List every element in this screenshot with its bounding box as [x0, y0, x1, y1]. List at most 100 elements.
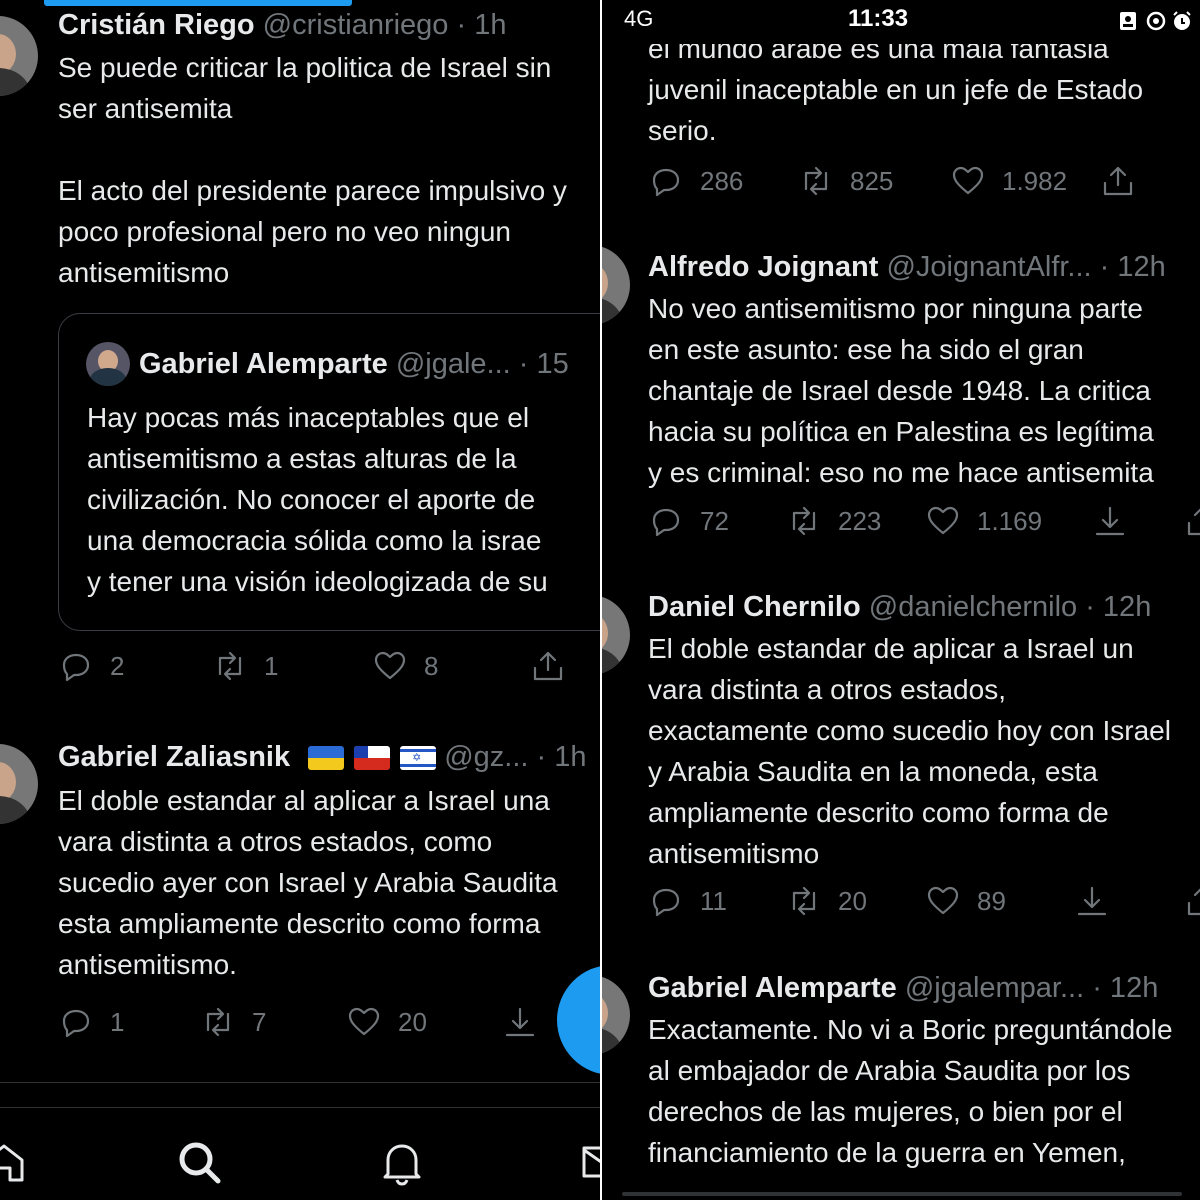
quote-handle-time: @jgale... · 15 [395, 348, 569, 380]
like-button[interactable]: 8 [372, 646, 438, 686]
quote-avatar [86, 342, 130, 386]
reply-icon [62, 1009, 90, 1038]
retweet-count: 1 [264, 650, 279, 681]
heart-icon [927, 886, 959, 915]
left-screenshot-pane: Cristián Riego @cristianriego · 1h Se pu… [0, 0, 600, 1200]
alarm-clock-icon [1171, 10, 1193, 32]
author-name[interactable]: Gabriel Zaliasnik [58, 741, 290, 773]
reply-button[interactable]: 72 [648, 501, 729, 541]
tweet-gabriel-zaliasnik[interactable]: Gabriel Zaliasnik ✡ @gz... · 1h El doble… [0, 700, 600, 1080]
author-handle-time[interactable]: @gz... · 1h [444, 741, 586, 773]
contact-card-icon [1117, 10, 1139, 32]
download-button[interactable] [502, 1002, 554, 1042]
retweet-button[interactable]: 1 [212, 646, 278, 686]
retweet-icon [804, 166, 828, 196]
israel-flag-icon: ✡ [400, 746, 437, 771]
sync-icon [1145, 10, 1167, 32]
author-name[interactable]: Alfredo Joignant [648, 251, 878, 283]
ukraine-flag-icon [308, 746, 345, 771]
download-button[interactable] [1092, 501, 1144, 541]
retweet-icon [218, 651, 242, 681]
share-icon [533, 651, 563, 681]
author-handle-time[interactable]: @danielchernilo · 12h [869, 591, 1152, 623]
tweet-actions: 2 1 8 [58, 646, 598, 686]
tweet-daniel-chernilo[interactable]: Daniel Chernilo @danielchernilo · 12h El… [602, 580, 1200, 960]
tweet-cristian-riego[interactable]: Cristián Riego @cristianriego · 1h Se pu… [0, 0, 600, 700]
tweet-actions: 72 223 1.169 [648, 501, 1200, 541]
tweet-text: No veo antisemitismo por ninguna parte e… [648, 293, 1154, 488]
retweet-count: 223 [838, 505, 882, 536]
avatar[interactable] [602, 975, 630, 1055]
bell-icon[interactable] [378, 1138, 426, 1186]
tweet-text: Se puede criticar la politica de Israel … [58, 52, 567, 288]
retweet-icon [792, 506, 816, 536]
author-handle-time[interactable]: @jgalempar... · 12h [905, 972, 1159, 1004]
tweet-header: Daniel Chernilo @danielchernilo · 12h [648, 587, 1151, 627]
divider [0, 1107, 600, 1108]
like-button[interactable]: 1.169 [925, 501, 1042, 541]
reply-button[interactable]: 1 [58, 1002, 124, 1042]
tweet-header: Gabriel Zaliasnik ✡ @gz... · 1h [58, 737, 587, 777]
clock: 11:33 [848, 5, 909, 32]
quote-header: Gabriel Alemparte @jgale... · 15 [139, 344, 569, 384]
like-button[interactable]: 1.982 [950, 161, 1067, 201]
reply-icon [62, 653, 90, 682]
tweet-header: Alfredo Joignant @JoignantAlfr... · 12h [648, 247, 1166, 287]
share-button[interactable] [1184, 501, 1200, 541]
share-button[interactable] [1184, 881, 1200, 921]
share-button[interactable] [530, 646, 582, 686]
avatar[interactable] [0, 16, 38, 96]
reply-count: 1 [110, 1006, 125, 1037]
tweet-gabriel-alemparte[interactable]: Gabriel Alemparte @jgalempar... · 12h Ex… [602, 960, 1200, 1200]
author-handle-time[interactable]: @cristianriego · 1h [263, 9, 507, 41]
like-count: 20 [398, 1006, 427, 1037]
retweet-count: 825 [850, 165, 894, 196]
mail-icon[interactable] [580, 1138, 600, 1186]
search-icon[interactable] [175, 1138, 223, 1186]
home-icon[interactable] [0, 1138, 28, 1186]
home-indicator [622, 1192, 1182, 1196]
tweet-text: el mundo arabe es una mala fantasia juve… [648, 33, 1144, 146]
reply-count: 72 [700, 505, 729, 536]
reply-count: 11 [700, 885, 727, 916]
retweet-button[interactable]: 223 [786, 501, 881, 541]
reply-icon [652, 508, 680, 537]
reply-button[interactable]: 2 [58, 646, 124, 686]
download-icon [1095, 506, 1125, 536]
retweet-button[interactable]: 20 [786, 881, 867, 921]
author-name[interactable]: Cristián Riego [58, 9, 255, 41]
carrier-label: 4G [624, 6, 654, 31]
download-icon [1077, 886, 1107, 916]
like-count: 1.169 [977, 505, 1043, 536]
tweet-actions: 11 20 89 [648, 881, 1200, 921]
retweet-icon [792, 886, 816, 916]
tweet-text: El doble estandar al aplicar a Israel un… [58, 785, 558, 980]
reply-count: 2 [110, 650, 125, 681]
avatar[interactable] [602, 595, 630, 675]
quoted-tweet[interactable]: Gabriel Alemparte @jgale... · 15 Hay poc… [58, 313, 600, 631]
avatar[interactable] [602, 245, 630, 325]
tweet-text: El doble estandar de aplicar a Israel un… [648, 633, 1171, 869]
tweet-text: Exactamente. No vi a Boric preguntándole… [648, 1014, 1173, 1168]
retweet-button[interactable]: 7 [200, 1002, 266, 1042]
author-name[interactable]: Daniel Chernilo [648, 591, 861, 623]
heart-icon [927, 506, 959, 535]
share-icon [1187, 888, 1200, 916]
author-handle-time[interactable]: @JoignantAlfr... · 12h [886, 251, 1165, 283]
reply-button[interactable]: 11 [648, 881, 727, 921]
right-screenshot-pane: el mundo arabe es una mala fantasia juve… [602, 0, 1200, 1200]
heart-icon [374, 651, 406, 680]
retweet-button[interactable]: 825 [798, 161, 893, 201]
tweet-alfredo-joignant[interactable]: Alfredo Joignant @JoignantAlfr... · 12h … [602, 230, 1200, 580]
reply-button[interactable]: 286 [648, 161, 743, 201]
like-count: 89 [977, 885, 1006, 916]
like-button[interactable]: 89 [925, 881, 1006, 921]
author-name[interactable]: Gabriel Alemparte [648, 972, 897, 1004]
reply-count: 286 [700, 165, 744, 196]
like-button[interactable]: 20 [346, 1002, 427, 1042]
avatar[interactable] [0, 744, 38, 824]
download-button[interactable] [1074, 881, 1126, 921]
heart-icon [348, 1007, 380, 1036]
retweet-count: 7 [252, 1006, 267, 1037]
share-button[interactable] [1100, 161, 1152, 201]
